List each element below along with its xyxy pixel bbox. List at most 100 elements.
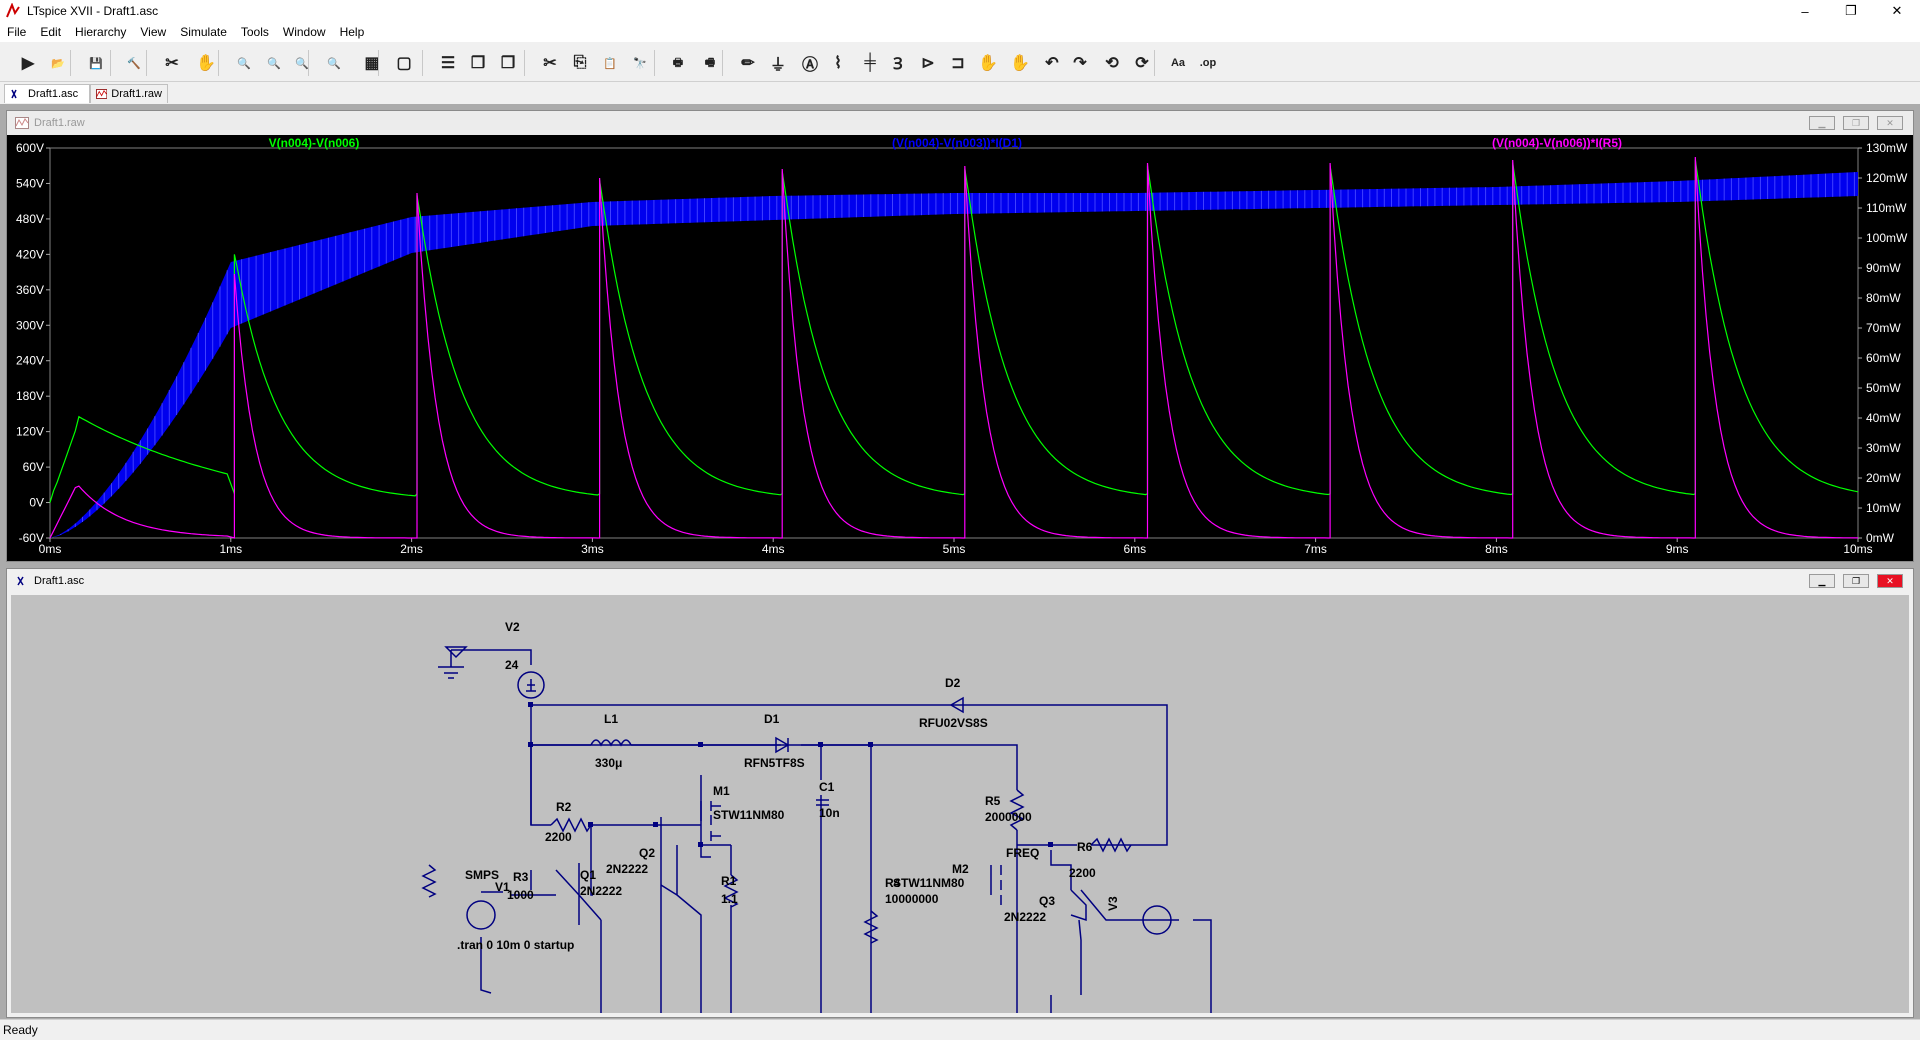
spice-directive-tool-button[interactable]: .op [1196,51,1220,75]
run-halt-icon: ✂ [165,55,179,72]
print-icon: 🖶 [672,56,684,69]
drag-tool-button[interactable]: ✋ [1008,51,1032,75]
x-tick-label: 6ms [1123,542,1146,556]
maximize-button[interactable]: ❐ [1828,0,1874,22]
schematic-canvas[interactable]: V2 24 L1 330μ D1 RFN5TF8S D2 RFU02VS8S M… [11,595,1909,1013]
tab-draft1-asc[interactable]: Draft1.asc [4,84,90,103]
waveform-icon [15,117,29,129]
cascade-tool-button[interactable]: ❒ [466,51,490,75]
schematic-minimize-button[interactable]: ▁ [1809,574,1835,588]
components [421,671,1172,944]
rotate-icon: ⟲ [1105,55,1119,72]
open-icon: 📂 [51,57,65,70]
move-tool-button[interactable]: ✋ [976,51,1000,75]
text-icon: Aa [1170,57,1186,69]
zoom-out-tool-button[interactable]: 🔍 [290,51,314,75]
tile-horizontal-tool-button[interactable]: ☰ [436,51,460,75]
menu-help[interactable]: Help [333,25,372,39]
run-halt-tool-button[interactable]: ✂ [160,51,184,75]
component-tool-button[interactable]: ⊐ [946,51,970,75]
inductor-tool-button[interactable]: Ɜ [886,51,910,75]
ltspice-app-icon [6,3,20,18]
zoom-fit-tool-button[interactable]: 🔍 [322,51,346,75]
label-r2-value: 2200 [545,830,572,844]
menu-hierarchy[interactable]: Hierarchy [68,25,133,39]
control-panel-tool-button[interactable]: 🔨 [122,51,146,75]
resistor-icon: ⌇ [834,55,842,72]
schematic-maximize-button[interactable]: ❐ [1843,574,1869,588]
label-r6: R6 [1077,840,1093,854]
resistor-tool-button[interactable]: ⌇ [826,51,850,75]
draw-wire-tool-button[interactable]: ✏ [736,51,760,75]
menu-file[interactable]: File [0,25,33,39]
rotate-tool-button[interactable]: ⟲ [1100,51,1124,75]
y-right-tick-label: 110mW [1866,201,1907,215]
menu-simulate[interactable]: Simulate [173,25,234,39]
y-left-tick-label: 420V [16,247,44,261]
y-left-tick-label: 480V [16,212,44,226]
redo-icon: ↷ [1073,55,1087,72]
menu-view[interactable]: View [133,25,173,39]
menu-window[interactable]: Window [276,25,333,39]
tile-vertical-tool-button[interactable]: ❐ [496,51,520,75]
status-text: Ready [3,1023,38,1037]
pan-tool-button[interactable]: ✋ [194,51,218,75]
save-tool-button[interactable]: 💾 [84,51,108,75]
label-r2: R2 [556,800,572,814]
label-r3: R3 [513,870,529,884]
waveform-window: Draft1.raw ▁ ❐ ✕ 600V 540V 480V 420V 360V 300… [6,110,1914,562]
waveform-minimize-button[interactable]: ▁ [1809,116,1835,130]
label-r6-value: 2200 [1069,866,1096,880]
ground-tool-button[interactable]: ⏚ [766,51,790,75]
x-tick-label: 2ms [400,542,423,556]
schematic-window-caption: Draft1.asc ▁ ❐ ✕ [7,569,1913,593]
label-m1: M1 [713,784,730,798]
autorange-tool-button[interactable]: ▦ [360,51,384,75]
zoom-extents-tool-button[interactable]: ▢ [392,51,416,75]
minimize-button[interactable]: – [1782,0,1828,22]
undo-tool-button[interactable]: ↶ [1040,51,1064,75]
capacitor-tool-button[interactable]: ╪ [858,51,882,75]
open-tool-button[interactable]: 📂 [46,51,70,75]
label-net-tool-button[interactable]: Ⓐ [798,51,822,75]
waveform-maximize-button[interactable]: ❐ [1843,116,1869,130]
waveform-plot[interactable]: 600V 540V 480V 420V 360V 300V 240V 180V 120V 60V 0… [7,135,1913,561]
schematic-window: Draft1.asc ▁ ❐ ✕ V2 24 L1 330μ D1 RFN5TF… [6,568,1914,1018]
menu-tools[interactable]: Tools [234,25,276,39]
copy-tool-button[interactable]: ⎘ [568,51,592,75]
diode-tool-button[interactable]: ⊳ [916,51,940,75]
label-q3-value: 2N2222 [1004,910,1046,924]
label-m2-value: STW11NM80 [893,876,965,890]
paste-tool-button[interactable]: 📋 [598,51,622,75]
print-preview-icon: 🖷 [704,56,716,69]
close-button[interactable]: ✕ [1874,0,1920,22]
zoom-in-tool-button[interactable]: 🔍 [232,51,256,75]
capacitor-icon: ╪ [864,54,876,71]
save-icon: 💾 [89,57,103,70]
run-tool-button[interactable]: ▶ [16,51,40,75]
zoom-pan-tool-button[interactable]: 🔍 [262,51,286,75]
print-preview-tool-button[interactable]: 🖷 [698,51,722,75]
find-tool-button[interactable]: 🔭 [628,51,652,75]
toolbar-separator [524,50,525,76]
tab-draft1-raw[interactable]: Draft1.raw [90,84,168,103]
redo-tool-button[interactable]: ↷ [1068,51,1092,75]
label-q1: Q1 [580,868,596,882]
cut-tool-button[interactable]: ✂ [538,51,562,75]
draw-wire-icon: ✏ [741,55,755,72]
menu-edit[interactable]: Edit [33,25,68,39]
toolbar-separator [1154,50,1155,76]
label-m2: M2 [952,862,969,876]
waveform-close-button[interactable]: ✕ [1877,116,1903,130]
mirror-tool-button[interactable]: ⟳ [1130,51,1154,75]
cut-icon: ✂ [543,55,557,72]
x-tick-label: 7ms [1304,542,1327,556]
y-right-tick-label: 120mW [1866,171,1908,185]
zoom-out-icon: 🔍 [295,57,309,70]
label-m1-value: STW11NM80 [713,808,785,822]
print-tool-button[interactable]: 🖶 [666,51,690,75]
text-tool-button[interactable]: Aa [1166,51,1190,75]
schematic-close-button[interactable]: ✕ [1877,574,1903,588]
label-l1: L1 [604,712,618,726]
waveform-window-caption: Draft1.raw ▁ ❐ ✕ [7,111,1913,135]
